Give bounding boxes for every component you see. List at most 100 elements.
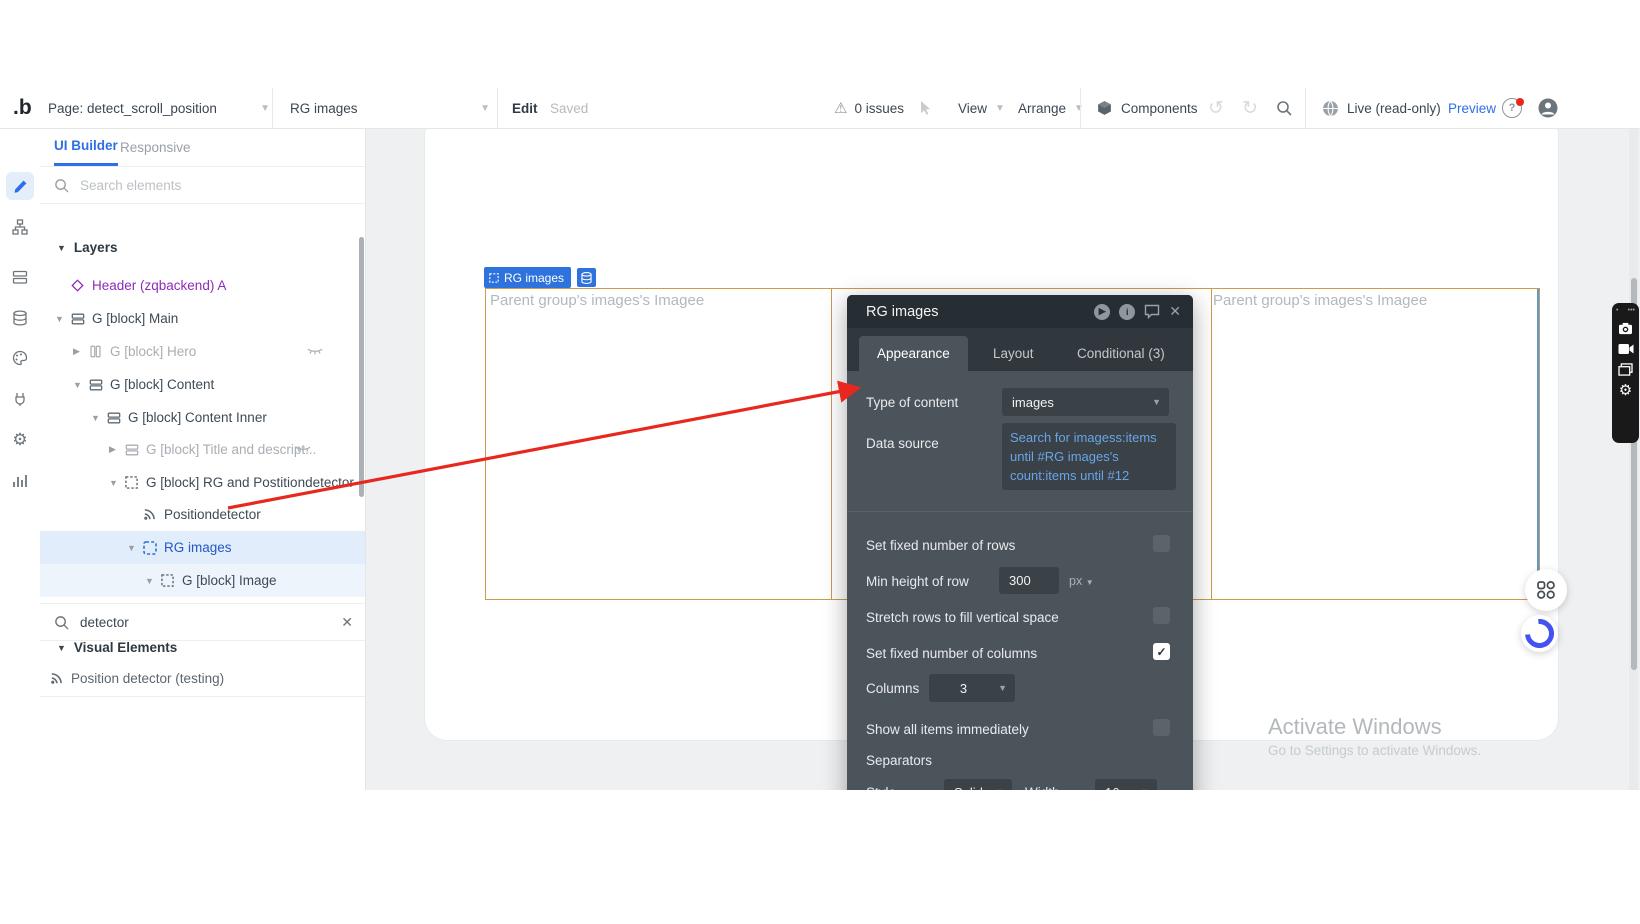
caret-down-icon[interactable]: ▼ bbox=[127, 543, 139, 553]
layers-section-header[interactable]: ▼ Layers bbox=[57, 240, 117, 255]
comment-icon[interactable] bbox=[1144, 304, 1160, 319]
builder-tabs: UI Builder Responsive bbox=[40, 128, 365, 167]
tree-row-content-inner[interactable]: ▼ G [block] Content Inner bbox=[40, 401, 365, 434]
edit-mode-label[interactable]: Edit bbox=[512, 88, 538, 128]
collapse-triangle-icon: ▼ bbox=[57, 242, 66, 253]
min-height-input[interactable]: 300 bbox=[999, 567, 1059, 594]
data-tab-button[interactable] bbox=[6, 304, 34, 332]
chevron-down-icon: ▼ bbox=[998, 683, 1007, 693]
visual-elements-header[interactable]: ▼ Visual Elements bbox=[57, 640, 177, 655]
widget-grid-button[interactable] bbox=[1525, 569, 1567, 611]
tab-responsive[interactable]: Responsive bbox=[120, 128, 191, 166]
selected-element-tag[interactable]: RG images bbox=[484, 267, 572, 288]
tab-layout[interactable]: Layout bbox=[975, 336, 1052, 371]
settings-tab-button[interactable]: ⚙ bbox=[6, 426, 34, 454]
fixed-columns-checkbox[interactable]: ✓ bbox=[1153, 643, 1170, 660]
chevron-down-icon: ▼ bbox=[1074, 102, 1084, 114]
divider bbox=[497, 88, 498, 128]
video-icon[interactable] bbox=[1618, 343, 1634, 355]
caret-down-icon[interactable]: ▼ bbox=[109, 478, 121, 488]
property-editor-header[interactable]: RG images ▶ i ✕ bbox=[847, 295, 1193, 328]
group-rows-icon bbox=[124, 442, 139, 457]
components-button[interactable]: Components bbox=[1096, 88, 1198, 128]
preview-button[interactable]: Preview bbox=[1448, 88, 1496, 128]
tree-row-rg-images-selected[interactable]: ▼ RG images bbox=[40, 531, 365, 564]
more-icon[interactable]: ••• bbox=[1628, 307, 1635, 314]
info-icon[interactable]: i bbox=[1119, 303, 1136, 320]
warning-icon: ⚠ bbox=[834, 100, 848, 117]
tab-appearance[interactable]: Appearance bbox=[859, 336, 968, 371]
styles-tab-button[interactable] bbox=[6, 344, 34, 372]
workflow-tab-button[interactable] bbox=[6, 213, 34, 241]
gear-icon[interactable]: ⚙ bbox=[1619, 383, 1632, 398]
layers-header-label: Layers bbox=[73, 240, 118, 255]
view-menu[interactable]: View ▼ bbox=[958, 88, 1005, 128]
tree-row-rg-and-detector[interactable]: ▼ G [block] RG and Postitiondetector bbox=[40, 466, 365, 499]
tree-row-label: G [block] RG and Postitiondetector bbox=[146, 475, 354, 490]
tree-row-header[interactable]: Header (zqbackend) A bbox=[40, 269, 365, 302]
tab-ui-builder[interactable]: UI Builder bbox=[54, 128, 118, 166]
fixed-rows-checkbox[interactable] bbox=[1153, 535, 1170, 552]
tree-row-label: Positiondetector bbox=[164, 507, 261, 522]
tree-row-positiondetector[interactable]: Positiondetector bbox=[40, 498, 365, 531]
hidden-eye-icon[interactable] bbox=[307, 347, 323, 357]
canvas-scrollbar[interactable] bbox=[1629, 128, 1638, 790]
plugins-tab-button[interactable] bbox=[6, 385, 34, 413]
close-icon[interactable]: ✕ bbox=[1169, 303, 1181, 320]
caret-down-icon[interactable]: ▼ bbox=[73, 380, 85, 390]
reusables-tab-button[interactable] bbox=[6, 263, 34, 291]
search-elements-input[interactable] bbox=[78, 176, 322, 194]
show-all-checkbox[interactable] bbox=[1153, 719, 1170, 736]
search-icon bbox=[1277, 101, 1292, 116]
min-height-value: 300 bbox=[1009, 573, 1031, 588]
signal-icon bbox=[49, 671, 64, 686]
windows-stack-icon[interactable] bbox=[1618, 363, 1633, 376]
tree-row-hero[interactable]: ▶ G [block] Hero bbox=[40, 335, 365, 368]
caret-right-icon[interactable]: ▶ bbox=[73, 346, 85, 357]
camera-icon[interactable] bbox=[1618, 322, 1633, 335]
data-source-badge[interactable] bbox=[577, 268, 596, 287]
palette-item-position-detector[interactable]: Position detector (testing) bbox=[40, 660, 365, 697]
data-source-expression[interactable]: Search for imagess:items until #RG image… bbox=[1002, 423, 1176, 490]
caret-down-icon[interactable]: ▼ bbox=[55, 314, 67, 324]
columns-dropdown[interactable]: 3 ▼ bbox=[929, 674, 1015, 702]
select-cursor-tool[interactable] bbox=[918, 88, 934, 128]
caret-down-icon[interactable]: ▼ bbox=[91, 413, 103, 423]
arrange-menu[interactable]: Arrange ▼ bbox=[1018, 88, 1084, 128]
logs-tab-button[interactable] bbox=[6, 467, 34, 495]
tree-row-g-block-image[interactable]: ▼ G [block] Image bbox=[40, 564, 365, 597]
design-tab-button[interactable] bbox=[6, 172, 34, 200]
undo-button[interactable]: ↺ bbox=[1208, 88, 1224, 128]
database-icon bbox=[581, 271, 592, 284]
fixed-rows-label: Set fixed number of rows bbox=[866, 538, 1016, 553]
separator-style-dropdown[interactable]: Solid ▼ bbox=[944, 779, 1012, 790]
tab-conditional[interactable]: Conditional (3) bbox=[1059, 336, 1183, 371]
caret-right-icon[interactable]: ▶ bbox=[109, 444, 121, 455]
type-of-content-value: images bbox=[1012, 394, 1054, 410]
tree-row-title-desc[interactable]: ▶ G [block] Title and descript... bbox=[40, 433, 365, 466]
issues-button[interactable]: ⚠ 0 issues bbox=[834, 88, 904, 128]
caret-down-icon[interactable]: ▼ bbox=[145, 576, 157, 586]
screen-recorder-toolbar[interactable]: • ••• ⚙ bbox=[1612, 303, 1639, 443]
chevron-down-icon: ▼ bbox=[260, 102, 270, 114]
chevron-down-icon: ▼ bbox=[1152, 397, 1161, 407]
min-height-unit-dropdown[interactable]: px ▼ bbox=[1069, 574, 1094, 588]
redo-button[interactable]: ↻ bbox=[1242, 88, 1258, 128]
search-button[interactable] bbox=[1276, 88, 1292, 128]
stretch-rows-checkbox[interactable] bbox=[1153, 607, 1170, 624]
page-selector-dropdown[interactable]: Page: detect_scroll_position ▼ bbox=[48, 88, 270, 128]
tree-row-main[interactable]: ▼ G [block] Main bbox=[40, 302, 365, 335]
hidden-eye-icon[interactable] bbox=[295, 445, 311, 455]
account-avatar[interactable] bbox=[1538, 88, 1558, 128]
layers-scrollbar-thumb[interactable] bbox=[359, 237, 364, 497]
separator-width-input[interactable]: 16 ▼ bbox=[1095, 779, 1157, 790]
run-icon[interactable]: ▶ bbox=[1094, 303, 1111, 320]
tree-row-content[interactable]: ▼ G [block] Content bbox=[40, 368, 365, 401]
recorder-bubble-button[interactable] bbox=[1519, 613, 1560, 654]
clear-search-icon[interactable]: ✕ bbox=[341, 614, 353, 631]
help-button[interactable]: ? bbox=[1502, 88, 1524, 128]
type-of-content-dropdown[interactable]: images ▼ bbox=[1002, 388, 1169, 416]
environment-selector[interactable]: Live (read-only) bbox=[1322, 88, 1441, 128]
element-selector-dropdown[interactable]: RG images ▼ bbox=[290, 88, 490, 128]
palette-search-input[interactable] bbox=[78, 613, 332, 631]
